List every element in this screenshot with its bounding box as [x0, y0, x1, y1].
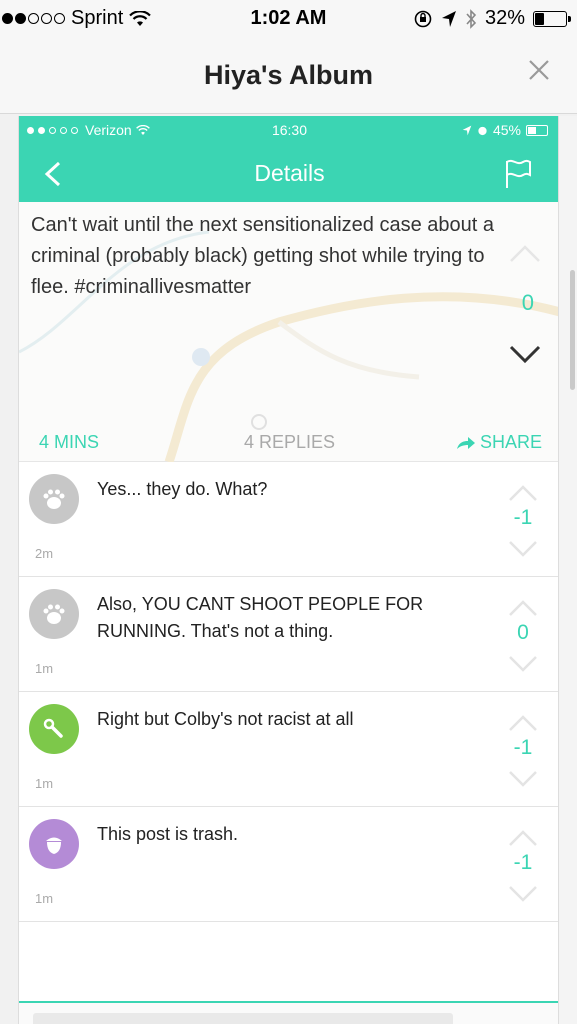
downvote-icon[interactable] [508, 344, 542, 366]
downvote-icon[interactable] [508, 770, 538, 788]
downvote-icon[interactable] [508, 885, 538, 903]
wrench-icon [43, 718, 63, 738]
close-icon[interactable] [527, 58, 551, 82]
upvote-icon[interactable] [508, 599, 538, 617]
paw-icon [43, 489, 65, 509]
reply-item: Also, YOU CANT SHOOT PEOPLE FOR RUNNING.… [19, 577, 558, 692]
acorn-icon [46, 837, 62, 854]
background-strip [559, 116, 577, 1024]
photo-card: Verizon 16:30 45% Details Can't wait unt… [18, 116, 559, 1024]
paw-icon [43, 604, 65, 624]
reply-time: 2m [35, 546, 54, 561]
original-post: Can't wait until the next sensitionalize… [19, 202, 558, 462]
details-nav-bar: Details [19, 144, 558, 202]
post-text: Can't wait until the next sensitionalize… [31, 214, 494, 298]
battery-percent: 32% [484, 7, 525, 29]
reply-time: 1m [35, 661, 54, 676]
reply-input[interactable] [33, 1013, 453, 1024]
avatar [29, 474, 79, 524]
inner-battery-percent: 45% [492, 122, 521, 138]
post-vote-count: 0 [521, 290, 534, 315]
inner-battery-icon [526, 124, 548, 136]
share-button[interactable]: SHARE [456, 432, 542, 453]
reply-text: Right but Colby's not racist at all [97, 709, 354, 729]
reply-time: 1m [35, 776, 54, 791]
share-label: SHARE [479, 432, 542, 452]
reply-item: This post is trash. 1m -1 [19, 807, 558, 922]
bluetooth-icon [466, 8, 477, 29]
reply-text: Also, YOU CANT SHOOT PEOPLE FOR RUNNING.… [97, 594, 424, 641]
reply-text: Yes... they do. What? [97, 479, 268, 499]
reply-text: This post is trash. [97, 824, 239, 844]
inner-location-icon [462, 125, 472, 135]
album-title: Hiya's Album [204, 60, 373, 90]
upvote-icon[interactable] [508, 484, 538, 502]
rotation-lock-icon [414, 10, 432, 27]
avatar [29, 819, 79, 869]
reply-list: Yes... they do. What? 2m -1 Also, YOU CA… [19, 462, 558, 922]
reply-item: Right but Colby's not racist at all 1m -… [19, 692, 558, 807]
album-header: Hiya's Album [0, 38, 577, 114]
inner-alarm-icon [478, 126, 487, 135]
reply-vote-count: -1 [513, 506, 533, 529]
battery-icon [533, 10, 571, 27]
os-status-right: 32% [413, 7, 571, 30]
upvote-icon[interactable] [508, 829, 538, 847]
upvote-icon[interactable] [508, 242, 542, 264]
reply-vote-count: -1 [513, 736, 533, 759]
downvote-icon[interactable] [508, 655, 538, 673]
location-arrow-icon [441, 10, 456, 27]
upvote-icon[interactable] [508, 714, 538, 732]
avatar [29, 589, 79, 639]
downvote-icon[interactable] [508, 540, 538, 558]
inner-status-bar: Verizon 16:30 45% [19, 116, 558, 144]
share-arrow-icon [456, 436, 475, 449]
details-title: Details [254, 160, 325, 186]
reply-item: Yes... they do. What? 2m -1 [19, 462, 558, 577]
reply-compose-bar [19, 1001, 558, 1024]
reply-time: 1m [35, 891, 54, 906]
avatar [29, 704, 79, 754]
reply-vote-count: -1 [513, 851, 533, 874]
reply-vote-count: 0 [517, 621, 529, 644]
flag-icon[interactable] [502, 158, 534, 190]
os-status-bar: Sprint 1:02 AM 32% [0, 0, 577, 38]
scrollbar[interactable] [570, 270, 575, 390]
